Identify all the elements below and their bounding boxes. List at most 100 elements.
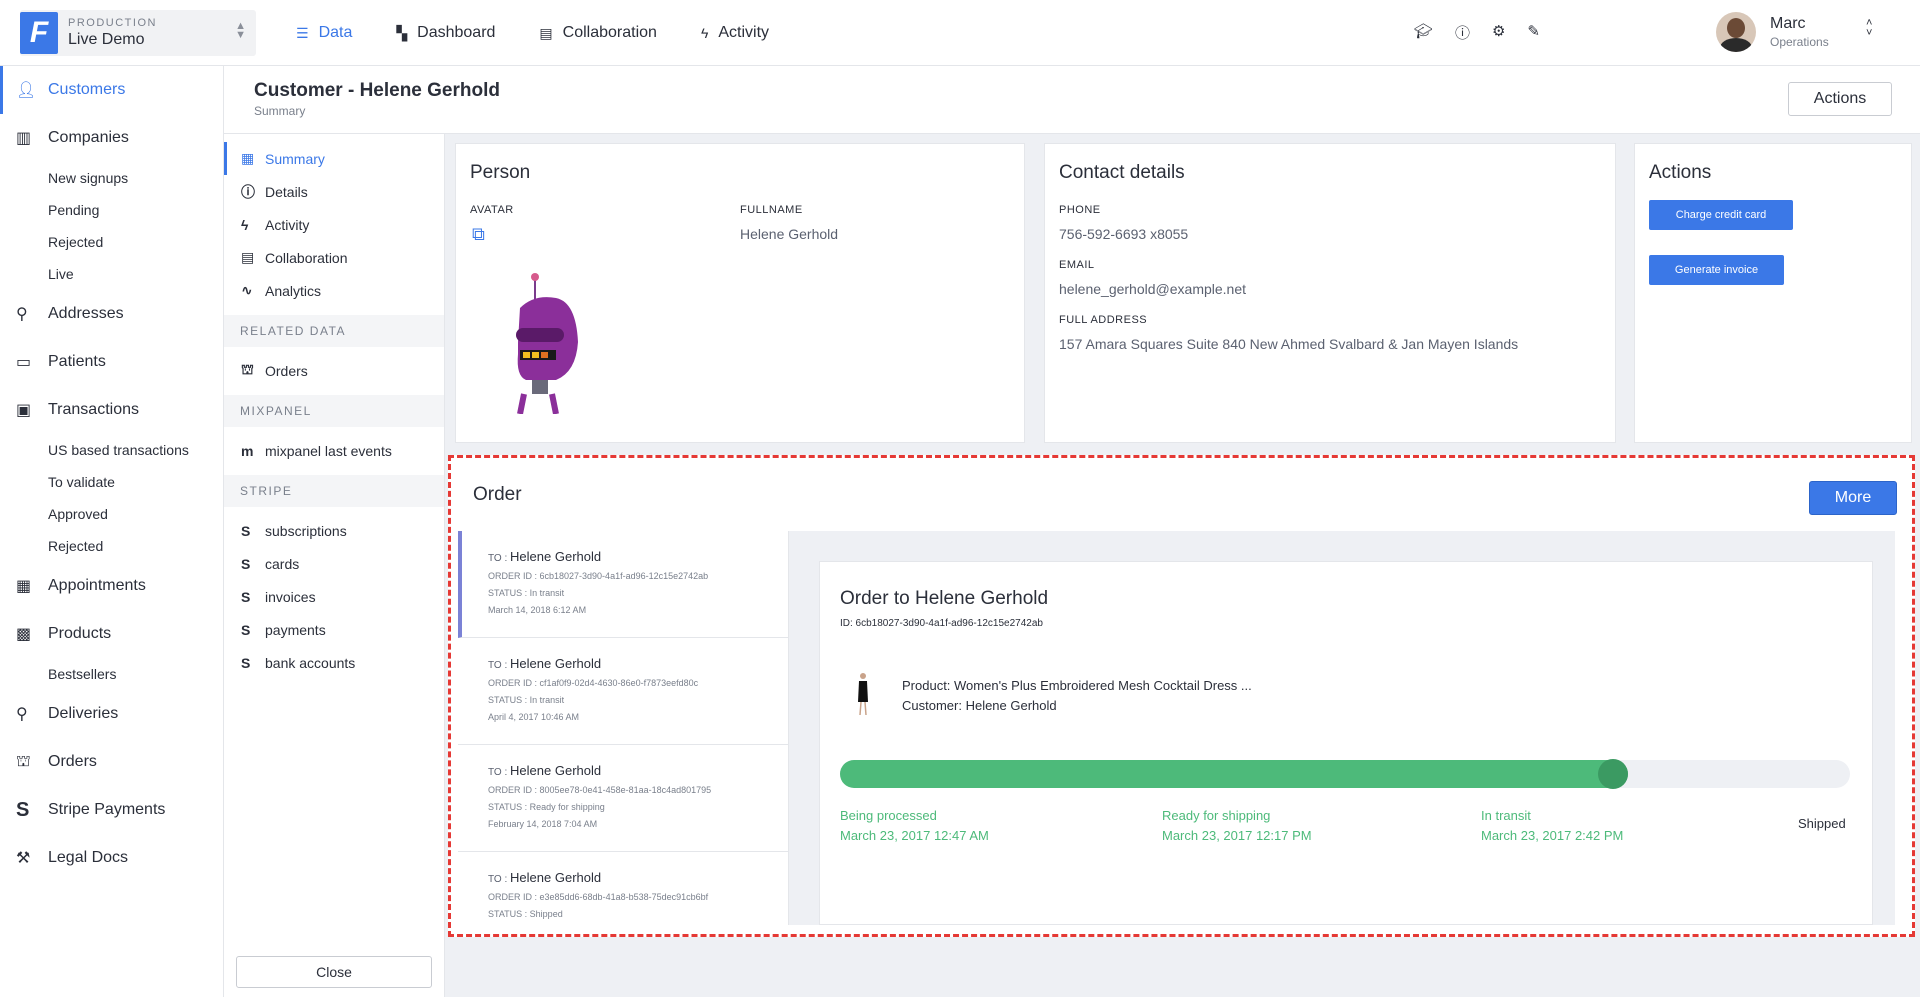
- record-subnav: ▦ Summary ⓘ Details ϟ Activity ▤ Collaborati…: [224, 134, 445, 997]
- generate-invoice-button[interactable]: Generate invoice: [1649, 255, 1784, 285]
- subnav-invoices[interactable]: Sinvoices: [224, 580, 444, 613]
- sidebar-item-legal-docs[interactable]: ⚒ Legal Docs: [0, 834, 223, 882]
- order-date: February 14, 2018 7:04 AM: [488, 819, 598, 829]
- subnav-activity[interactable]: ϟ Activity: [224, 208, 444, 241]
- sidebar-subitem-bestsellers[interactable]: Bestsellers: [0, 658, 223, 690]
- external-link-icon[interactable]: ⧉: [472, 224, 485, 245]
- sidebar-item-patients[interactable]: ▭ Patients: [0, 338, 223, 386]
- subnav-payments[interactable]: Spayments: [224, 613, 444, 646]
- stripe-icon: S: [241, 555, 251, 572]
- order-order-id: ORDER ID : 8005ee78-0e41-458e-81aa-18c4a…: [488, 785, 712, 795]
- order-recipient-label: TO :: [488, 553, 508, 564]
- page-subtitle: Summary: [254, 104, 306, 118]
- order-recipient: TO : Helene Gerhold: [488, 549, 788, 564]
- subnav-mixpanel-events[interactable]: m mixpanel last events: [224, 434, 444, 467]
- order-list[interactable]: TO : Helene Gerhold ORDER ID : 6cb18027-3…: [458, 531, 789, 925]
- sidebar-item-orders[interactable]: ⛫ Orders: [0, 738, 223, 786]
- calendar-icon: ▦: [16, 578, 32, 595]
- order-status: STATUS : Shipped: [488, 909, 563, 919]
- step-label: Shipped: [1798, 816, 1846, 831]
- sidebar-subitem-us-based-transactions[interactable]: US based transactions: [0, 434, 223, 466]
- close-button[interactable]: Close: [236, 956, 432, 988]
- sidebar-item-label: Transactions: [48, 401, 139, 418]
- nav-data[interactable]: ☰ Data: [296, 24, 352, 42]
- sidebar: 👤︎ Customers ▥ Companies New signups Pending R…: [0, 66, 224, 997]
- building-icon: ▥: [16, 130, 32, 147]
- subnav-activity-label: Activity: [265, 216, 310, 233]
- sidebar-item-label: Companies: [48, 129, 129, 146]
- pencil-icon[interactable]: ✎: [1527, 22, 1540, 43]
- sidebar-item-customers[interactable]: 👤︎ Customers: [0, 66, 223, 114]
- sidebar-item-companies[interactable]: ▥ Companies: [0, 114, 223, 162]
- subnav-bank-accounts-label: bank accounts: [265, 654, 356, 671]
- sidebar-item-label: Orders: [48, 753, 97, 770]
- order-list-item[interactable]: TO : Helene Gerhold ORDER ID : 6cb18027-3…: [458, 531, 788, 638]
- order-detail-id: ID: 6cb18027-3d90-4a1f-ad96-12c15e2742ab: [840, 618, 1043, 629]
- chevron-updown-icon: ▲ ▼: [235, 20, 246, 41]
- environment-switcher[interactable]: F PRODUCTION Live Demo ▲ ▼: [20, 10, 256, 56]
- archive-icon: ▩: [16, 626, 32, 643]
- nav-collaboration-label: Collaboration: [562, 24, 657, 41]
- step-ready-for-shipping: Ready for shipping March 23, 2017 12:17 …: [1162, 806, 1312, 846]
- sidebar-subitem-rejected[interactable]: Rejected: [0, 530, 223, 562]
- subnav-collaboration[interactable]: ▤ Collaboration: [224, 241, 444, 274]
- order-recipient-name: Helene Gerhold: [510, 549, 602, 564]
- subnav-bank-accounts[interactable]: Sbank accounts: [224, 646, 444, 679]
- nav-dashboard[interactable]: ▚ Dashboard: [396, 24, 495, 42]
- stripe-icon: S: [16, 798, 30, 821]
- sidebar-item-products[interactable]: ▩ Products: [0, 610, 223, 658]
- sidebar-item-label: Customers: [48, 81, 126, 98]
- info-icon: ⓘ: [241, 183, 255, 200]
- id-card-icon: ▭: [16, 354, 32, 371]
- avatar: [1716, 12, 1756, 52]
- order-list-item[interactable]: TO : Helene Gerhold ORDER ID : cf1af0f9-0…: [458, 638, 788, 745]
- subnav-summary[interactable]: ▦ Summary: [224, 142, 444, 175]
- section-stripe: STRIPE: [224, 475, 444, 507]
- sidebar-subitem-approved[interactable]: Approved: [0, 498, 223, 530]
- subnav-orders[interactable]: ⛫ Orders: [224, 354, 444, 387]
- subnav-cards-label: cards: [265, 555, 300, 572]
- sidebar-item-deliveries[interactable]: ⚲ Deliveries: [0, 690, 223, 738]
- order-list-item[interactable]: TO : Helene Gerhold ORDER ID : 8005ee78-0…: [458, 745, 788, 852]
- nav-activity[interactable]: ϟ Activity: [701, 24, 769, 42]
- list-icon: ☰: [296, 24, 309, 41]
- sidebar-item-stripe-payments[interactable]: S Stripe Payments: [0, 786, 223, 834]
- subnav-cards[interactable]: Scards: [224, 547, 444, 580]
- sidebar-subitem-new-signups[interactable]: New signups: [0, 162, 223, 194]
- robot-avatar-image: [516, 273, 578, 414]
- dashboard-icon: ▚: [396, 24, 408, 41]
- sidebar-subitem-pending[interactable]: Pending: [0, 194, 223, 226]
- order-recipient-name: Helene Gerhold: [510, 870, 602, 885]
- step-date: March 23, 2017 12:47 AM: [840, 828, 989, 843]
- subnav-details[interactable]: ⓘ Details: [224, 175, 444, 208]
- mixpanel-icon: m: [241, 442, 254, 459]
- subnav-subscriptions[interactable]: Ssubscriptions: [224, 514, 444, 547]
- order-section-title: Order: [473, 484, 522, 505]
- gear-icon[interactable]: ⚙: [1492, 22, 1505, 43]
- order-list-item[interactable]: TO : Helene Gerhold ORDER ID : e3e85dd6-6…: [458, 852, 788, 925]
- order-date: March 14, 2018 6:12 AM: [488, 605, 587, 615]
- sidebar-item-addresses[interactable]: ⚲ Addresses: [0, 290, 223, 338]
- graduation-cap-icon[interactable]: 🎓︎: [1414, 22, 1433, 43]
- order-progress-fill: [840, 760, 1628, 788]
- sidebar-subitem-to-validate[interactable]: To validate: [0, 466, 223, 498]
- sidebar-subitem-rejected[interactable]: Rejected: [0, 226, 223, 258]
- actions-button[interactable]: Actions: [1788, 82, 1892, 116]
- order-section: Order More TO : Helene Gerhold ORDER ID :…: [448, 455, 1915, 937]
- more-button[interactable]: More: [1809, 481, 1897, 515]
- address-label: FULL ADDRESS: [1059, 314, 1148, 326]
- nav-collaboration[interactable]: ▤ Collaboration: [539, 24, 657, 42]
- sidebar-subitem-live[interactable]: Live: [0, 258, 223, 290]
- help-icon[interactable]: ⓘ: [1455, 22, 1470, 43]
- order-date: April 4, 2017 10:46 AM: [488, 712, 580, 722]
- actions-card: Actions Charge credit card Generate invo…: [1634, 143, 1912, 443]
- trend-icon: ∿: [241, 282, 253, 298]
- subnav-analytics[interactable]: ∿ Analytics: [224, 274, 444, 307]
- fullname-value: Helene Gerhold: [740, 226, 839, 242]
- sidebar-item-label: Addresses: [48, 305, 124, 322]
- sidebar-item-label: Products: [48, 625, 112, 642]
- user-menu[interactable]: Marc Operations ˄ ˅: [1716, 12, 1872, 52]
- sidebar-item-transactions[interactable]: ▣ Transactions: [0, 386, 223, 434]
- sidebar-item-appointments[interactable]: ▦ Appointments: [0, 562, 223, 610]
- charge-credit-card-button[interactable]: Charge credit card: [1649, 200, 1793, 230]
